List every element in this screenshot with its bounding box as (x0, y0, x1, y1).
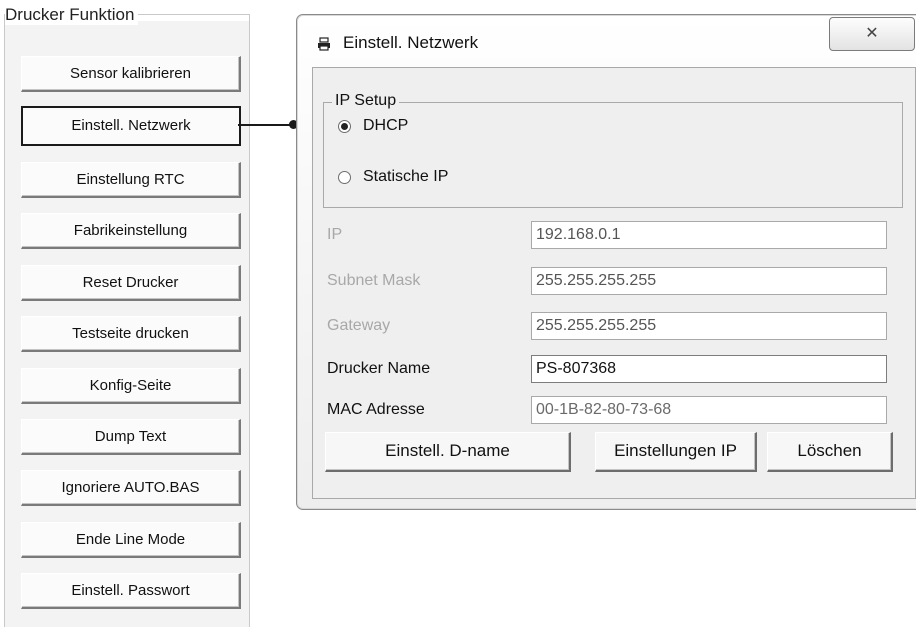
set-password-button[interactable]: Einstell. Passwort (21, 573, 241, 609)
factory-default-button[interactable]: Fabrikeinstellung (21, 213, 241, 249)
ip-label: IP (327, 226, 343, 243)
printer-name-label: Drucker Name (327, 360, 431, 377)
mac-address-field[interactable] (531, 396, 887, 424)
printer-name-field[interactable] (531, 355, 887, 383)
gateway-field[interactable] (531, 312, 887, 340)
printer-function-group: Drucker Funktion Sensor kalibrieren Eins… (4, 5, 250, 627)
dhcp-option[interactable]: DHCP (338, 115, 408, 137)
dhcp-radio[interactable] (338, 119, 351, 133)
static-ip-label: Statische IP (363, 168, 449, 185)
mac-address-label: MAC Adresse (327, 401, 425, 418)
rtc-settings-button[interactable]: Einstellung RTC (21, 162, 241, 198)
ip-field[interactable] (531, 221, 887, 249)
network-settings-button[interactable]: Einstell. Netzwerk (21, 106, 241, 146)
subnet-mask-label: Subnet Mask (327, 272, 421, 289)
static-ip-radio[interactable] (338, 170, 351, 184)
set-device-name-button[interactable]: Einstell. D-name (325, 432, 571, 472)
printer-icon (318, 37, 330, 51)
dhcp-label: DHCP (363, 117, 409, 134)
delete-button[interactable]: Löschen (767, 432, 893, 472)
printer-function-title: Drucker Funktion (5, 5, 139, 25)
callout-connector-line (238, 124, 296, 126)
ip-setup-title: IP Setup (332, 92, 400, 110)
close-button[interactable]: ✕ (829, 17, 915, 51)
reset-printer-button[interactable]: Reset Drucker (21, 265, 241, 301)
dump-text-button[interactable]: Dump Text (21, 419, 241, 455)
print-test-page-button[interactable]: Testseite drucken (21, 316, 241, 352)
end-line-mode-button[interactable]: Ende Line Mode (21, 522, 241, 558)
gateway-label: Gateway (327, 317, 391, 334)
apply-ip-settings-button[interactable]: Einstellungen IP (595, 432, 757, 472)
static-ip-option[interactable]: Statische IP (338, 166, 448, 188)
subnet-mask-field[interactable] (531, 267, 887, 295)
ignore-autobas-button[interactable]: Ignoriere AUTO.BAS (21, 470, 241, 506)
sensor-calibrate-button[interactable]: Sensor kalibrieren (21, 56, 241, 92)
dialog-client-area: IP Setup DHCP Statische IP IP Subnet Mas… (312, 67, 916, 499)
ip-setup-group: IP Setup DHCP Statische IP (323, 92, 903, 208)
dialog-title: Einstell. Netzwerk (343, 33, 479, 52)
network-settings-dialog: Einstell. Netzwerk ✕ IP Setup DHCP Stati… (296, 14, 916, 510)
config-page-button[interactable]: Konfig-Seite (21, 368, 241, 404)
